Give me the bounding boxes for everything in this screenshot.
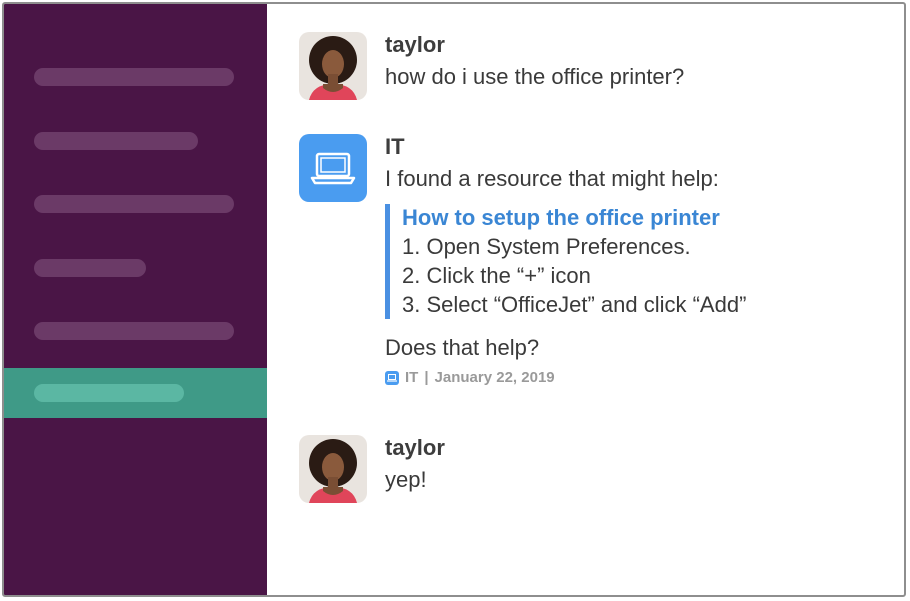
sidebar-item[interactable] (34, 195, 234, 213)
resource-step: 3. Select “OfficeJet” and click “Add” (402, 292, 747, 317)
user-avatar[interactable] (299, 435, 367, 503)
message-list: taylor how do i use the office printer? … (267, 4, 904, 595)
message-footer: IT | January 22, 2019 (385, 369, 845, 386)
sidebar-item[interactable] (34, 259, 146, 277)
resource-link[interactable]: How to setup the office printer (402, 204, 845, 232)
sidebar-item[interactable] (34, 322, 234, 340)
sender-name[interactable]: taylor (385, 435, 845, 461)
footer-source[interactable]: IT (405, 369, 418, 386)
user-avatar[interactable] (299, 32, 367, 100)
resource-step: 1. Open System Preferences. (402, 234, 691, 259)
resource-step: 2. Click the “+” icon (402, 263, 591, 288)
laptop-icon (310, 152, 356, 185)
message-text: yep! (385, 467, 427, 492)
laptop-icon (385, 370, 399, 385)
sidebar-item[interactable] (34, 68, 234, 86)
sidebar (4, 4, 267, 595)
sender-name[interactable]: taylor (385, 32, 845, 58)
followup-text: Does that help? (385, 335, 540, 360)
resource-attachment: How to setup the office printer 1. Open … (385, 204, 845, 319)
message-text: how do i use the office printer? (385, 64, 685, 89)
sidebar-item-active[interactable] (4, 368, 267, 418)
message-text: I found a resource that might help: (385, 166, 719, 191)
footer-separator: | (424, 369, 429, 386)
sender-name[interactable]: IT (385, 134, 845, 160)
sidebar-item-active-label (34, 384, 184, 402)
app-window: taylor how do i use the office printer? … (2, 2, 906, 597)
user-photo-icon (299, 32, 367, 100)
it-avatar[interactable] (299, 134, 367, 202)
footer-date: January 22, 2019 (434, 369, 555, 386)
sidebar-item[interactable] (34, 132, 198, 150)
user-photo-icon (299, 435, 367, 503)
